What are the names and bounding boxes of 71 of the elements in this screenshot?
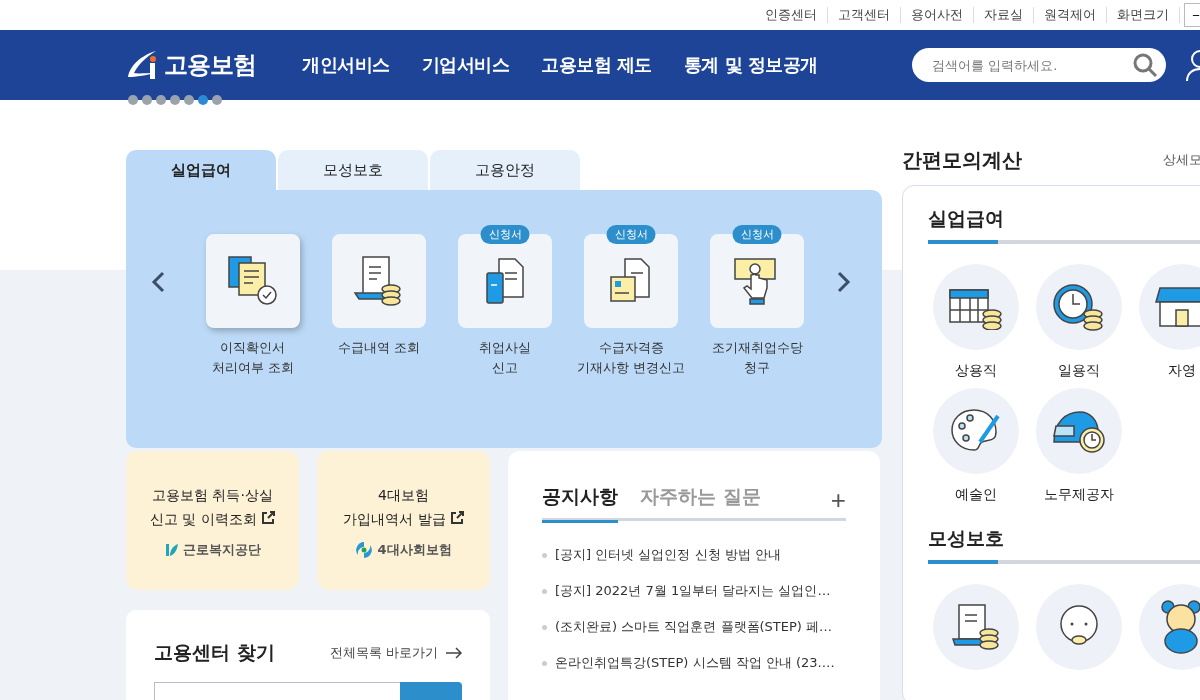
- bullet-icon: [542, 588, 547, 594]
- bullet-icon: [542, 660, 547, 666]
- document-coins-icon: [951, 603, 1001, 651]
- quick-link-text: 고용보험 취득·상실 신고 및 이력조회: [150, 485, 275, 529]
- slide-dot[interactable]: [212, 95, 222, 105]
- logo-text: 고용보험: [164, 50, 256, 81]
- utility-link[interactable]: 고객센터: [828, 7, 901, 23]
- service-label: 수급자격증 기재사항 변경신고: [577, 339, 685, 377]
- arrow-right-icon: [446, 647, 462, 659]
- utility-link[interactable]: 화면크기: [1107, 7, 1180, 23]
- calculator-title: 간편모의계산: [902, 146, 1022, 174]
- utility-link[interactable]: 인증센터: [755, 7, 828, 23]
- service-tile[interactable]: [206, 234, 300, 328]
- external-link-icon: [260, 510, 275, 525]
- section-title: 모성보호: [928, 526, 1005, 551]
- utility-link[interactable]: 용어사전: [901, 7, 974, 23]
- finder-title: 고용센터 찾기: [154, 640, 275, 665]
- notice-link[interactable]: (조치완료) 스마트 직업훈련 플랫폼(STEP) 페…: [555, 618, 833, 636]
- tile-label: 예술인: [955, 486, 997, 504]
- service-tab[interactable]: 실업급여: [126, 150, 276, 190]
- utility-link[interactable]: 원격제어: [1034, 7, 1107, 23]
- slide-dot[interactable]: [156, 95, 166, 105]
- quick-link-card[interactable]: 고용보험 취득·상실 신고 및 이력조회 근로복지공단: [126, 451, 299, 590]
- nav-link[interactable]: 개인서비스: [302, 53, 390, 77]
- slide-dot[interactable]: [128, 95, 138, 105]
- more-button[interactable]: +: [830, 484, 846, 515]
- tile-label: 노무제공자: [1044, 486, 1114, 504]
- organization-name: 근로복지공단: [182, 540, 261, 559]
- full-list-link[interactable]: 전체목록 바로가기: [329, 644, 462, 662]
- swirl-logo-icon: [355, 540, 374, 559]
- form-badge: 신청서: [732, 225, 782, 244]
- form-badge: 신청서: [606, 225, 656, 244]
- tile-label: 상용직: [955, 362, 997, 380]
- calculator-tile[interactable]: [1139, 584, 1200, 670]
- calculator-tile[interactable]: [1139, 264, 1200, 350]
- slide-dot[interactable]: [170, 95, 180, 105]
- form-badge: 신청서: [480, 225, 530, 244]
- slide-dot[interactable]: [142, 95, 152, 105]
- leaf-logo-icon: [164, 541, 179, 558]
- tile-label: 자영: [1168, 362, 1196, 380]
- service-tile[interactable]: [332, 234, 426, 328]
- notice-tab[interactable]: 공지사항: [542, 479, 618, 523]
- slide-dot[interactable]: [184, 95, 194, 105]
- service-tab[interactable]: 고용안정: [430, 150, 580, 190]
- quick-link-card[interactable]: 4대보험 가입내역서 발급 4대사회보험: [317, 451, 490, 590]
- tile-label: 일용직: [1058, 362, 1100, 380]
- section-title: 실업급여: [928, 206, 1005, 231]
- service-label: 이직확인서 처리여부 조회: [212, 339, 294, 377]
- nav-link[interactable]: 기업서비스: [421, 53, 509, 77]
- nav-link[interactable]: 고용보험 제도: [541, 53, 652, 77]
- search-field[interactable]: 검색어를 입력하세요.: [912, 48, 1166, 82]
- user-icon[interactable]: [1186, 47, 1200, 83]
- notice-link[interactable]: [공지] 인터넷 실업인정 신청 방법 안내: [555, 546, 781, 564]
- utility-link[interactable]: 자료실: [974, 7, 1034, 23]
- font-size-button[interactable]: −: [1184, 3, 1200, 27]
- notice-link[interactable]: 온라인취업특강(STEP) 시스템 작업 안내 (23.…: [555, 654, 835, 672]
- organization-name: 4대사회보험: [377, 540, 452, 559]
- notice-link[interactable]: [공지] 2022년 7월 1일부터 달라지는 실업인…: [555, 582, 831, 600]
- service-label: 조기재취업수당 청구: [711, 339, 803, 377]
- chevron-right-icon: [837, 271, 851, 293]
- bullet-icon: [542, 624, 547, 630]
- external-link-icon: [449, 510, 464, 525]
- quick-link-text: 4대보험 가입내역서 발급: [343, 482, 464, 531]
- chevron-left-icon: [151, 271, 165, 293]
- slide-dot[interactable]: [198, 95, 208, 105]
- service-tab[interactable]: 모성보호: [278, 150, 428, 190]
- search-icon[interactable]: [1132, 52, 1158, 78]
- nav-link[interactable]: 통계 및 정보공개: [683, 53, 818, 77]
- bullet-icon: [542, 552, 547, 558]
- service-label: 수급내역 조회: [338, 339, 420, 357]
- service-label: 취업사실 신고: [479, 339, 531, 377]
